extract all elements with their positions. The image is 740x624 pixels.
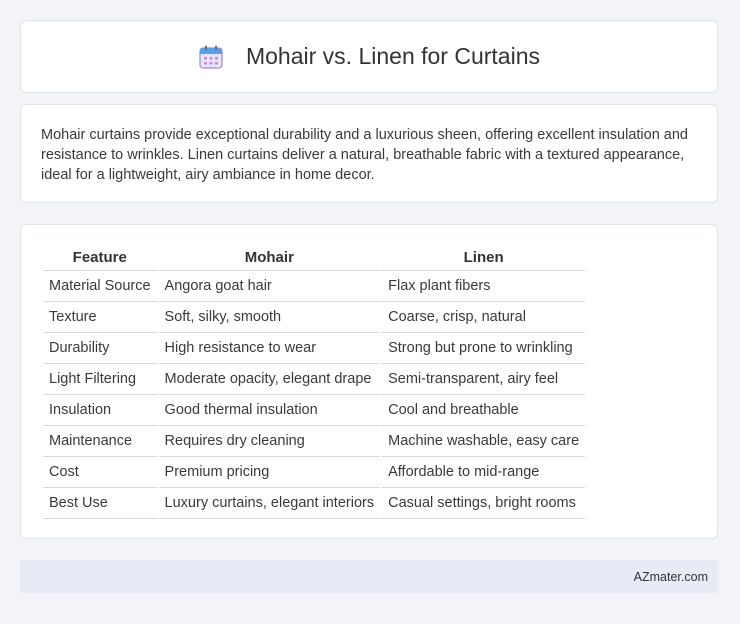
linen-cell: Affordable to mid-range [382, 457, 586, 488]
mohair-cell: High resistance to wear [158, 333, 381, 364]
mohair-cell: Requires dry cleaning [158, 426, 381, 457]
mohair-cell: Angora goat hair [158, 271, 381, 302]
comparison-card: Feature Mohair Linen Material Source Ang… [20, 224, 718, 539]
mohair-cell: Good thermal insulation [158, 395, 381, 426]
comparison-table: Feature Mohair Linen Material Source Ang… [41, 244, 587, 519]
description-text: Mohair curtains provide exceptional dura… [41, 127, 688, 183]
feature-cell: Light Filtering [43, 364, 157, 395]
page-title: Mohair vs. Linen for Curtains [245, 43, 540, 69]
title-card: Mohair vs. Linen for Curtains [20, 20, 718, 93]
feature-cell: Maintenance [43, 426, 157, 457]
table-row: Best Use Luxury curtains, elegant interi… [43, 488, 586, 519]
table-header-row: Feature Mohair Linen [43, 244, 586, 271]
linen-cell: Flax plant fibers [382, 271, 586, 302]
footer-bar: AZmater.com [20, 560, 718, 593]
feature-cell: Texture [43, 302, 157, 333]
linen-cell: Semi-transparent, airy feel [382, 364, 586, 395]
mohair-cell: Moderate opacity, elegant drape [158, 364, 381, 395]
linen-cell: Strong but prone to wrinkling [382, 333, 586, 364]
feature-cell: Durability [43, 333, 157, 364]
mohair-cell: Premium pricing [158, 457, 381, 488]
table-row: Material Source Angora goat hair Flax pl… [43, 271, 586, 302]
linen-cell: Machine washable, easy care [382, 426, 586, 457]
table-row: Cost Premium pricing Affordable to mid-r… [43, 457, 586, 488]
feature-cell: Insulation [43, 395, 157, 426]
column-header-linen: Linen [382, 244, 586, 271]
column-header-feature: Feature [43, 244, 157, 271]
table-row: Maintenance Requires dry cleaning Machin… [43, 426, 586, 457]
footer-brand: AZmater.com [633, 569, 708, 584]
table-row: Light Filtering Moderate opacity, elegan… [43, 364, 586, 395]
column-header-mohair: Mohair [158, 244, 381, 271]
mohair-cell: Soft, silky, smooth [158, 302, 381, 333]
feature-cell: Cost [43, 457, 157, 488]
linen-cell: Cool and breathable [382, 395, 586, 426]
calendar-icon [198, 44, 224, 70]
mohair-cell: Luxury curtains, elegant interiors [158, 488, 381, 519]
table-row: Durability High resistance to wear Stron… [43, 333, 586, 364]
linen-cell: Coarse, crisp, natural [382, 302, 586, 333]
linen-cell: Casual settings, bright rooms [382, 488, 586, 519]
table-row: Texture Soft, silky, smooth Coarse, cris… [43, 302, 586, 333]
table-row: Insulation Good thermal insulation Cool … [43, 395, 586, 426]
description-card: Mohair curtains provide exceptional dura… [20, 104, 718, 203]
feature-cell: Material Source [43, 271, 157, 302]
feature-cell: Best Use [43, 488, 157, 519]
